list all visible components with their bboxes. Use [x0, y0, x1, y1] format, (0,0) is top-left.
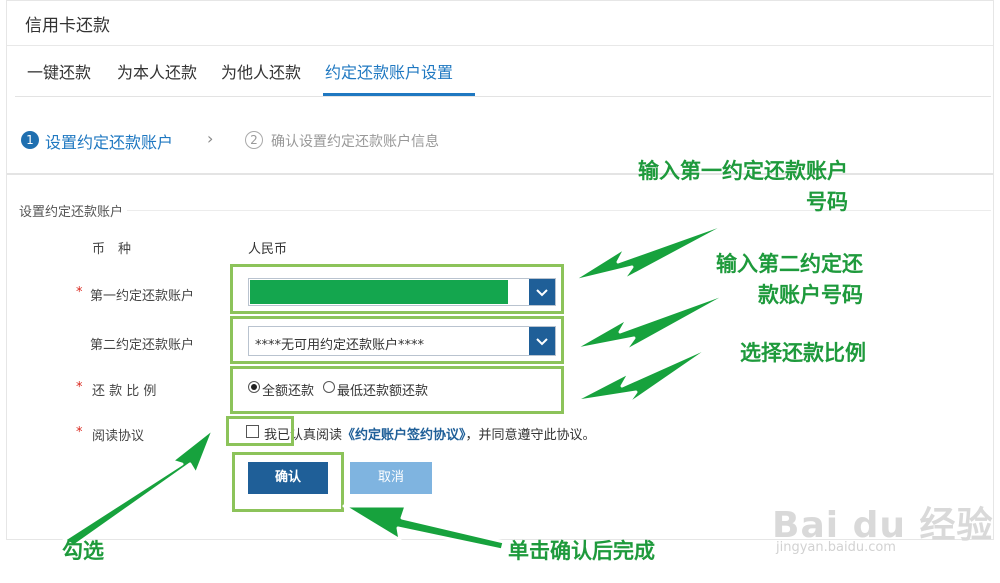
baidu-watermark: Bai du 经验 jingyan.baidu.com [772, 496, 993, 556]
highlight-account1 [230, 264, 564, 314]
note-checkbox: 勾选 [62, 539, 104, 563]
highlight-ratio [230, 366, 564, 414]
step-1-badge: 1 [21, 131, 39, 149]
currency-value: 人民币 [248, 242, 288, 257]
note-account2-line2: 款账户号码 [758, 283, 863, 307]
agree-suffix: ，并同意遵守此协议。 [465, 428, 596, 443]
agreement-link[interactable]: 《约定账户签约协议》 [342, 428, 466, 443]
step-2-label: 确认设置约定还款账户信息 [271, 134, 439, 150]
step-1-label: 设置约定还款账户 [45, 133, 174, 152]
tabs-divider [15, 96, 991, 97]
tab-repay-others[interactable]: 为他人还款 [221, 59, 301, 83]
highlight-confirm [232, 452, 344, 512]
highlight-checkbox [226, 416, 294, 446]
agreement-text: 我已认真阅读《约定账户签约协议》，并同意遵守此协议。 [264, 424, 596, 443]
required-mark: * [76, 285, 83, 300]
note-account2-line1: 输入第二约定还 [716, 252, 863, 276]
account2-label: 第二约定还款账户 [90, 338, 195, 353]
required-mark: * [76, 380, 83, 395]
note-confirm: 单击确认后完成 [508, 539, 655, 563]
note-account1: 输入第一约定还款账户 号码 [638, 156, 848, 218]
note-account1-line2: 号码 [806, 190, 848, 214]
watermark-url: jingyan.baidu.com [776, 540, 896, 555]
note-ratio: 选择还款比例 [740, 341, 866, 365]
tab-one-click-repay[interactable]: 一键还款 [27, 59, 91, 83]
highlight-account2 [230, 316, 564, 364]
section-title: 设置约定还款账户 [19, 205, 124, 220]
title-divider [7, 45, 993, 46]
chevron-right-icon: › [207, 129, 214, 148]
required-mark: * [76, 425, 83, 440]
page-title: 信用卡还款 [25, 16, 110, 36]
note-account1-line1: 输入第一约定还款账户 [638, 159, 848, 183]
tab-repay-self[interactable]: 为本人还款 [117, 59, 197, 83]
tab-auto-repay-account-settings[interactable]: 约定还款账户设置 [325, 59, 453, 83]
section-divider [127, 210, 991, 211]
account1-label: 第一约定还款账户 [90, 289, 195, 304]
note-account2: 输入第二约定还 款账户号码 [716, 249, 863, 311]
step-2-badge: 2 [245, 131, 263, 149]
ratio-label: 还 款 比 例 [92, 384, 157, 399]
currency-label: 币 种 [92, 242, 132, 257]
agreement-label: 阅读协议 [92, 429, 145, 444]
cancel-button[interactable]: 取消 [350, 462, 432, 494]
